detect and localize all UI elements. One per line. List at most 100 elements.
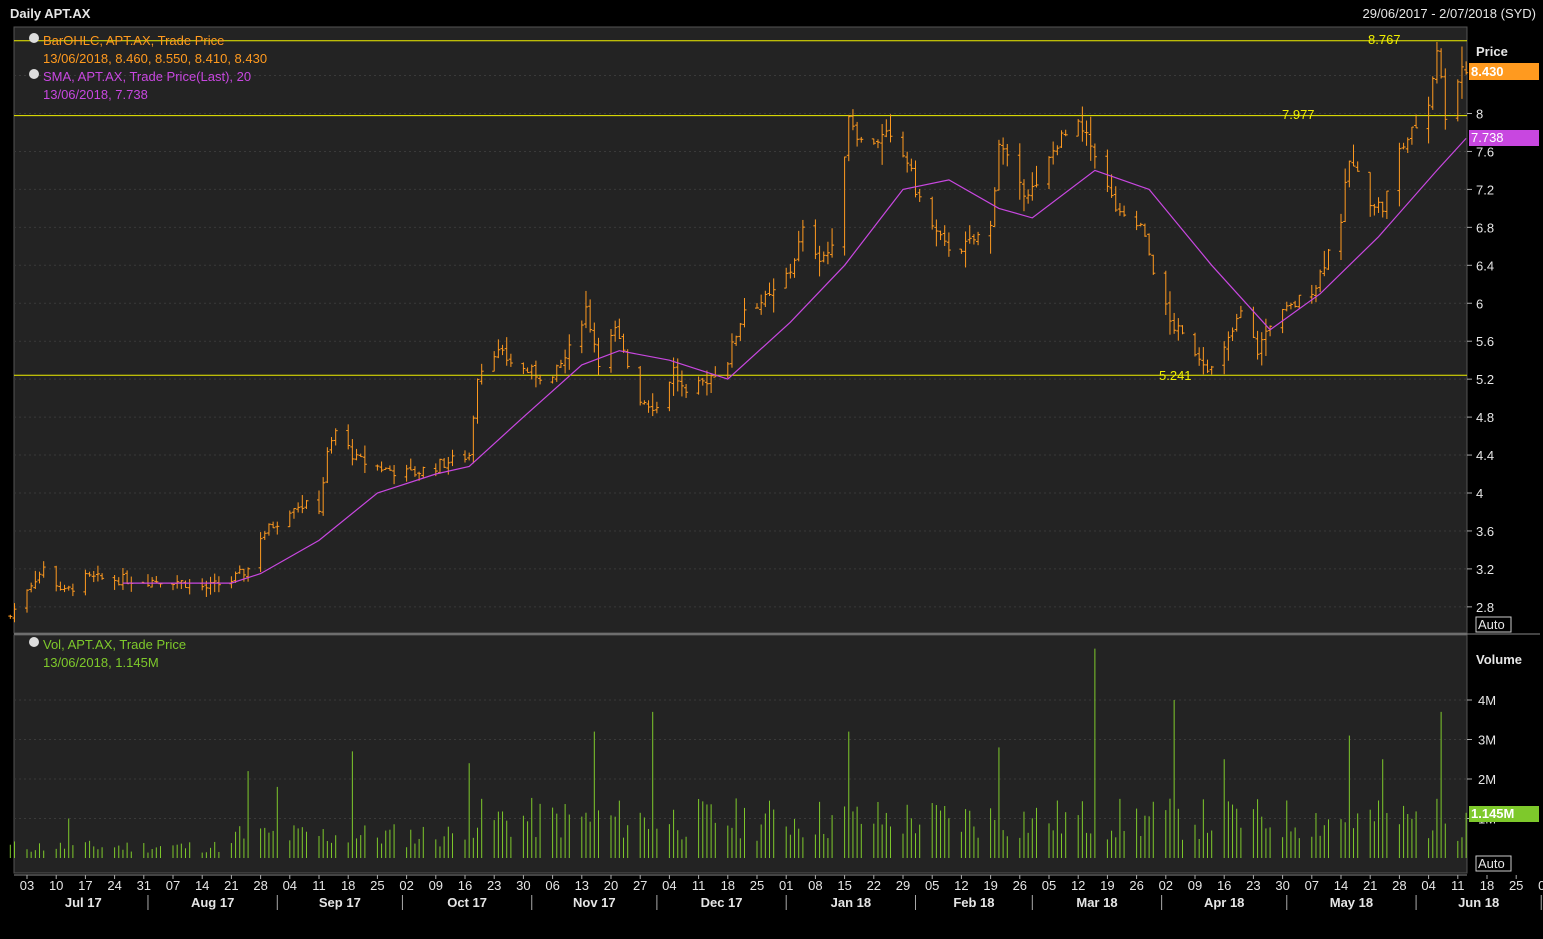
level-label-high: 8.767 [1368,32,1401,47]
x-tick-label: 01 [779,878,793,893]
price-tick-label: 5.6 [1476,334,1494,349]
price-tick-label: 3.6 [1476,524,1494,539]
month-label: May 18 [1330,895,1373,910]
sma-legend-values: 13/06/2018, 7.738 [43,87,148,102]
x-tick-label: 26 [1129,878,1143,893]
volume-auto-label[interactable]: Auto [1478,856,1505,871]
x-tick-label: 18 [1480,878,1494,893]
last-price-value: 8.430 [1471,64,1504,79]
x-tick-label: 28 [1392,878,1406,893]
x-tick-label: 25 [370,878,384,893]
x-tick-label: 15 [837,878,851,893]
x-tick-label: 30 [516,878,530,893]
x-tick-label: 27 [633,878,647,893]
x-tick-label: 11 [312,878,326,893]
x-tick-label: 02 [1538,878,1543,893]
x-tick-label: 12 [1071,878,1085,893]
price-tick-label: 7.2 [1476,182,1494,197]
x-tick-label: 13 [575,878,589,893]
price-tick-label: 6 [1476,296,1483,311]
x-tick-label: 03 [20,878,34,893]
x-tick-label: 17 [78,878,92,893]
last-volume-value: 1.145M [1471,806,1514,821]
month-label: Oct 17 [447,895,487,910]
x-tick-label: 08 [808,878,822,893]
legend-toggle-icon[interactable] [29,637,39,647]
date-range: 29/06/2017 - 2/07/2018 (SYD) [1363,6,1536,21]
price-tick-label: 6.4 [1476,258,1494,273]
x-tick-label: 07 [166,878,180,893]
x-tick-label: 14 [1334,878,1348,893]
x-tick-label: 23 [1246,878,1260,893]
legend-toggle-icon[interactable] [29,69,39,79]
x-tick-label: 28 [253,878,267,893]
x-tick-label: 21 [224,878,238,893]
volume-legend-values: 13/06/2018, 1.145M [43,655,159,670]
month-label: Nov 17 [573,895,616,910]
price-tick-label: 3.2 [1476,562,1494,577]
x-tick-label: 16 [1217,878,1231,893]
x-tick-label: 07 [1305,878,1319,893]
month-label: Mar 18 [1076,895,1117,910]
x-tick-label: 16 [458,878,472,893]
sma-legend-name: SMA, APT.AX, Trade Price(Last), 20 [43,69,251,84]
x-tick-label: 09 [429,878,443,893]
chart-title: Daily APT.AX [10,6,91,21]
month-label: Jan 18 [831,895,871,910]
x-tick-label: 04 [1421,878,1435,893]
volume-legend-name: Vol, APT.AX, Trade Price [43,637,186,652]
month-label: Jul 17 [65,895,102,910]
x-tick-label: 04 [283,878,297,893]
volume-tick-label: 3M [1478,733,1496,748]
volume-tick-label: 2M [1478,772,1496,787]
price-tick-label: 8 [1476,107,1483,122]
x-tick-label: 02 [399,878,413,893]
last-sma-value: 7.738 [1471,130,1504,145]
x-tick-label: 19 [1100,878,1114,893]
x-tick-label: 02 [1159,878,1173,893]
x-tick-label: 24 [107,878,121,893]
x-tick-label: 22 [867,878,881,893]
month-label: Aug 17 [191,895,234,910]
x-tick-label: 05 [1042,878,1056,893]
ohlc-legend-name: BarOHLC, APT.AX, Trade Price [43,33,224,48]
price-tick-label: 2.8 [1476,600,1494,615]
chart-root: Daily APT.AX 29/06/2017 - 2/07/2018 (SYD… [0,0,1543,934]
x-tick-label: 11 [1451,878,1465,893]
volume-axis-title: Volume [1476,652,1522,667]
x-tick-label: 19 [983,878,997,893]
price-tick-label: 5.2 [1476,372,1494,387]
x-tick-label: 06 [545,878,559,893]
price-tick-label: 6.8 [1476,220,1494,235]
x-tick-label: 30 [1275,878,1289,893]
x-tick-label: 05 [925,878,939,893]
x-tick-label: 09 [1188,878,1202,893]
x-tick-label: 20 [604,878,618,893]
month-label: Jun 18 [1458,895,1499,910]
price-tick-label: 7.6 [1476,144,1494,159]
x-tick-label: 25 [750,878,764,893]
x-tick-label: 18 [341,878,355,893]
x-tick-label: 11 [692,878,706,893]
price-tick-label: 4.8 [1476,410,1494,425]
month-label: Apr 18 [1204,895,1244,910]
ohlc-legend-values: 13/06/2018, 8.460, 8.550, 8.410, 8.430 [43,51,267,66]
legend-toggle-icon[interactable] [29,33,39,43]
x-tick-label: 10 [49,878,63,893]
x-tick-label: 04 [662,878,676,893]
x-tick-label: 23 [487,878,501,893]
level-label-mid: 7.977 [1282,107,1315,122]
price-auto-label[interactable]: Auto [1478,617,1505,632]
x-tick-label: 31 [137,878,151,893]
x-tick-label: 25 [1509,878,1523,893]
x-tick-label: 29 [896,878,910,893]
volume-panel [13,634,1468,874]
x-tick-label: 26 [1013,878,1027,893]
volume-tick-label: 4M [1478,693,1496,708]
price-tick-label: 4 [1476,486,1483,501]
x-tick-label: 21 [1363,878,1377,893]
month-label: Feb 18 [953,895,994,910]
level-label-low: 5.241 [1159,368,1192,383]
x-tick-label: 14 [195,878,209,893]
price-axis-title: Price [1476,44,1508,59]
